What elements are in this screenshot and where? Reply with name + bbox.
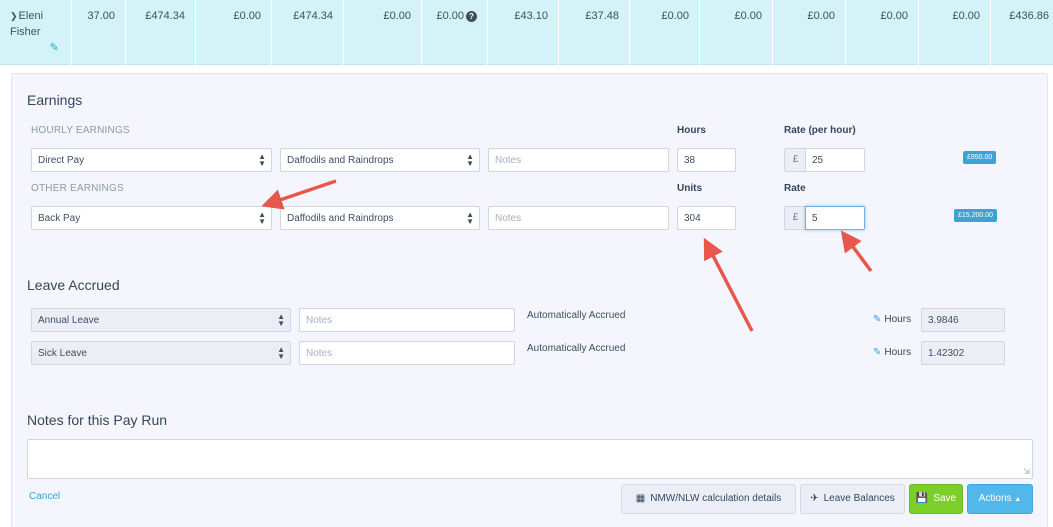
hours-input[interactable] bbox=[677, 148, 736, 172]
units-column-label: Units bbox=[677, 183, 702, 194]
earning-type-select[interactable]: Direct Pay ▲ ▼ bbox=[31, 148, 272, 172]
hourly-rate-input[interactable] bbox=[805, 148, 865, 172]
hours-label-text: Hours bbox=[884, 314, 912, 325]
summary-value: £0.00 bbox=[436, 10, 464, 22]
calculator-icon: ▦ bbox=[635, 493, 646, 504]
summary-cell: £0.00 bbox=[919, 0, 991, 65]
other-earning-type-value: Back Pay bbox=[38, 213, 81, 224]
other-earning-type-select[interactable]: Back Pay ▲ ▼ bbox=[31, 206, 272, 230]
other-earnings-label: OTHER EARNINGS bbox=[31, 183, 124, 194]
select-arrows-icon: ▲ ▼ bbox=[277, 312, 285, 328]
hours-label-text: Hours bbox=[884, 347, 912, 358]
leave-balances-button[interactable]: ✈ Leave Balances bbox=[800, 484, 905, 514]
question-icon[interactable]: ? bbox=[466, 11, 477, 22]
summary-cell: 37.00 bbox=[72, 0, 126, 65]
other-notes-input[interactable] bbox=[488, 206, 669, 230]
leave-type-select[interactable]: Annual Leave ▲ ▼ bbox=[31, 308, 291, 332]
hourly-earnings-label: HOURLY EARNINGS bbox=[31, 125, 130, 136]
nmw-calculation-button[interactable]: ▦ NMW/NLW calculation details bbox=[621, 484, 796, 514]
employee-name-cell[interactable]: ❯Eleni Fisher ✎ bbox=[0, 0, 72, 65]
save-button-label: Save bbox=[933, 493, 957, 504]
leave-type-value: Sick Leave bbox=[38, 348, 87, 359]
leave-type-select[interactable]: Sick Leave ▲ ▼ bbox=[31, 341, 291, 365]
hourly-notes-input[interactable] bbox=[488, 148, 669, 172]
select-arrows-icon: ▲ ▼ bbox=[258, 152, 266, 168]
hourly-total-badge: £950.00 bbox=[963, 151, 997, 164]
caret-up-icon: ▲ bbox=[1014, 496, 1022, 503]
pencil-icon[interactable]: ✎ bbox=[50, 40, 59, 56]
summary-cell: £0.00 bbox=[846, 0, 919, 65]
leave-hours-input[interactable] bbox=[921, 341, 1005, 365]
summary-cell: £37.48 bbox=[559, 0, 630, 65]
pencil-icon[interactable]: ✎ bbox=[873, 314, 881, 325]
summary-cell: £474.34 bbox=[272, 0, 344, 65]
other-project-value: Daffodils and Raindrops bbox=[287, 213, 394, 224]
project-select[interactable]: Daffodils and Raindrops ▲ ▼ bbox=[280, 148, 480, 172]
select-arrows-icon: ▲ ▼ bbox=[466, 210, 474, 226]
project-value: Daffodils and Raindrops bbox=[287, 155, 394, 166]
actions-button-label: Actions bbox=[978, 493, 1012, 504]
leave-notes-input[interactable] bbox=[299, 308, 515, 332]
plane-icon: ✈ bbox=[810, 493, 819, 504]
summary-cell: £436.86 bbox=[1009, 10, 1049, 22]
summary-cell: £0.00 bbox=[630, 0, 700, 65]
cancel-link[interactable]: Cancel bbox=[29, 491, 60, 502]
employee-first-name: Eleni bbox=[18, 10, 44, 22]
save-button[interactable]: 💾 Save bbox=[909, 484, 963, 514]
summary-cell: £0.00 bbox=[700, 0, 773, 65]
leave-balances-label: Leave Balances bbox=[823, 493, 895, 504]
other-rate-input[interactable] bbox=[805, 206, 865, 230]
leave-notes-input[interactable] bbox=[299, 341, 515, 365]
leave-accrual-status: Automatically Accrued bbox=[527, 310, 626, 321]
actions-dropdown-button[interactable]: Actions ▲ bbox=[967, 484, 1033, 514]
leave-hours-label[interactable]: ✎ Hours bbox=[873, 314, 911, 325]
other-project-select[interactable]: Daffodils and Raindrops ▲ ▼ bbox=[280, 206, 480, 230]
floppy-disk-icon: 💾 bbox=[915, 493, 929, 504]
units-input[interactable] bbox=[677, 206, 736, 230]
nmw-button-label: NMW/NLW calculation details bbox=[650, 493, 782, 504]
select-arrows-icon: ▲ ▼ bbox=[277, 345, 285, 361]
resize-handle-icon[interactable]: ⇲ bbox=[1023, 467, 1030, 476]
employee-summary-row: ❯Eleni Fisher ✎ 37.00 £474.34 £0.00 £474… bbox=[0, 0, 1053, 65]
summary-cell: £474.34 bbox=[126, 0, 196, 65]
leave-type-value: Annual Leave bbox=[38, 315, 100, 326]
other-total-badge: £15,200.00 bbox=[954, 209, 998, 222]
summary-cell: £0.00 bbox=[344, 0, 422, 65]
leave-hours-input[interactable] bbox=[921, 308, 1005, 332]
leave-accrual-status: Automatically Accrued bbox=[527, 343, 626, 354]
summary-cell: £43.10 bbox=[488, 0, 559, 65]
hours-column-label: Hours bbox=[677, 125, 706, 136]
currency-symbol: £ bbox=[784, 206, 806, 230]
summary-cell: £0.00 bbox=[196, 0, 272, 65]
chevron-down-icon[interactable]: ❯ bbox=[10, 8, 18, 24]
leave-accrued-heading: Leave Accrued bbox=[27, 277, 120, 293]
employee-last-name: Fisher bbox=[10, 26, 41, 38]
rate-column-label: Rate bbox=[784, 183, 806, 194]
earnings-heading: Earnings bbox=[27, 92, 83, 108]
pencil-icon[interactable]: ✎ bbox=[873, 347, 881, 358]
earning-type-value: Direct Pay bbox=[38, 155, 85, 166]
select-arrows-icon: ▲ ▼ bbox=[466, 152, 474, 168]
currency-symbol: £ bbox=[784, 148, 806, 172]
rate-per-hour-column-label: Rate (per hour) bbox=[784, 125, 856, 136]
summary-cell: £0.00? bbox=[422, 0, 488, 65]
pay-run-notes-textarea[interactable]: ⇲ bbox=[27, 439, 1033, 479]
notes-heading: Notes for this Pay Run bbox=[27, 412, 168, 428]
leave-hours-label[interactable]: ✎ Hours bbox=[873, 347, 911, 358]
summary-cell: £0.00 bbox=[773, 0, 846, 65]
select-arrows-icon: ▲ ▼ bbox=[258, 210, 266, 226]
